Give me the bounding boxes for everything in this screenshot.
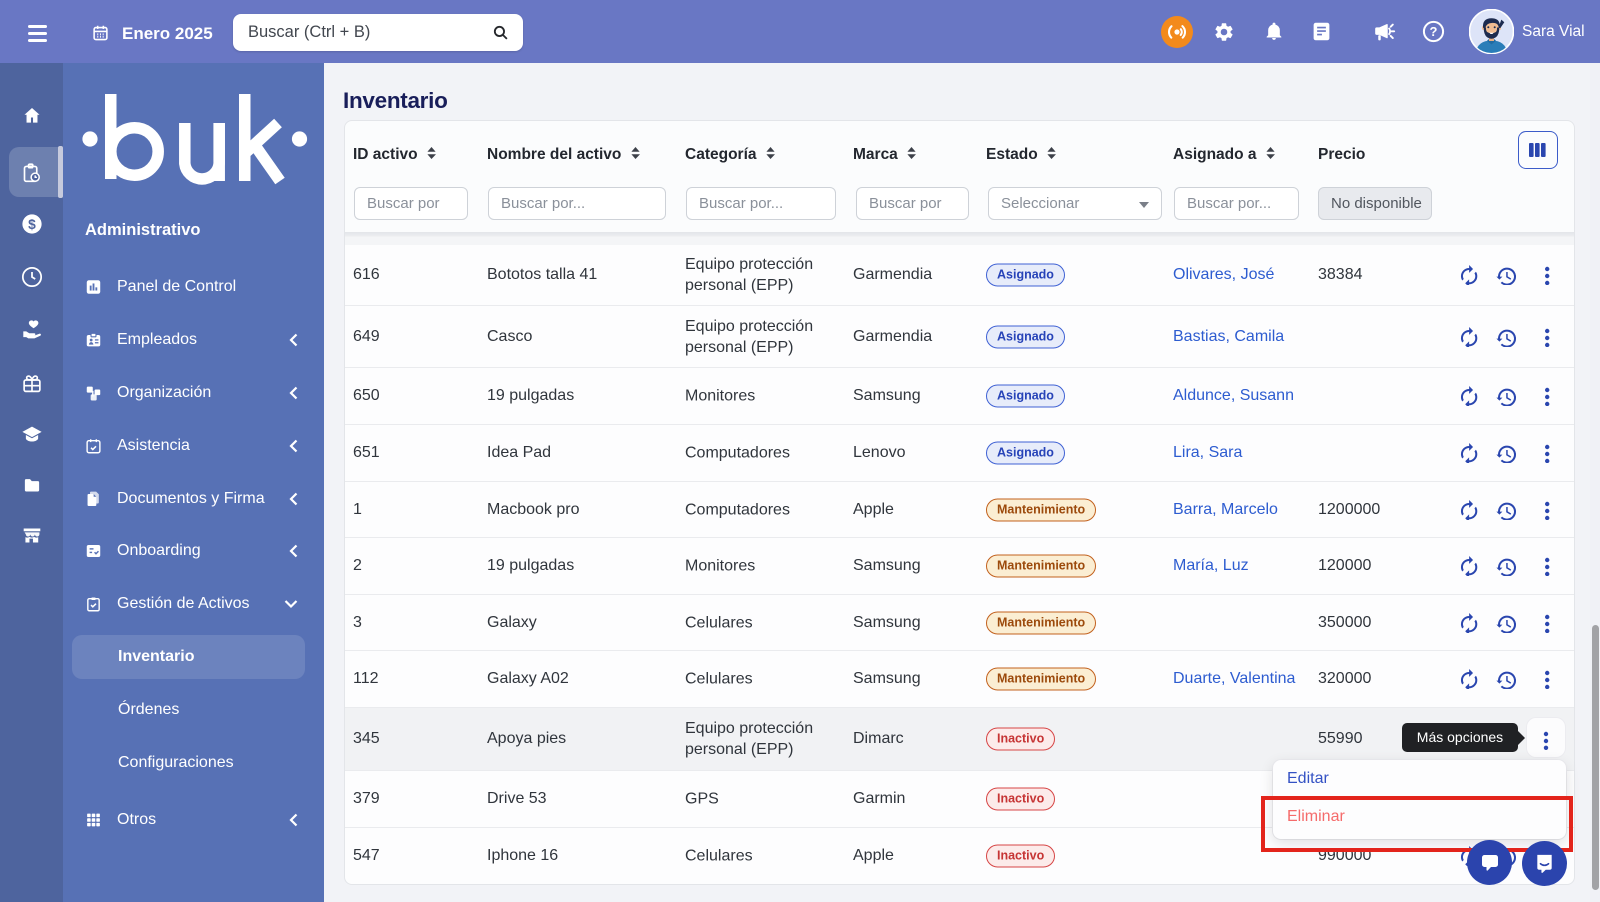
svg-text:$: $ bbox=[28, 217, 36, 232]
svg-text:?: ? bbox=[1430, 24, 1438, 39]
